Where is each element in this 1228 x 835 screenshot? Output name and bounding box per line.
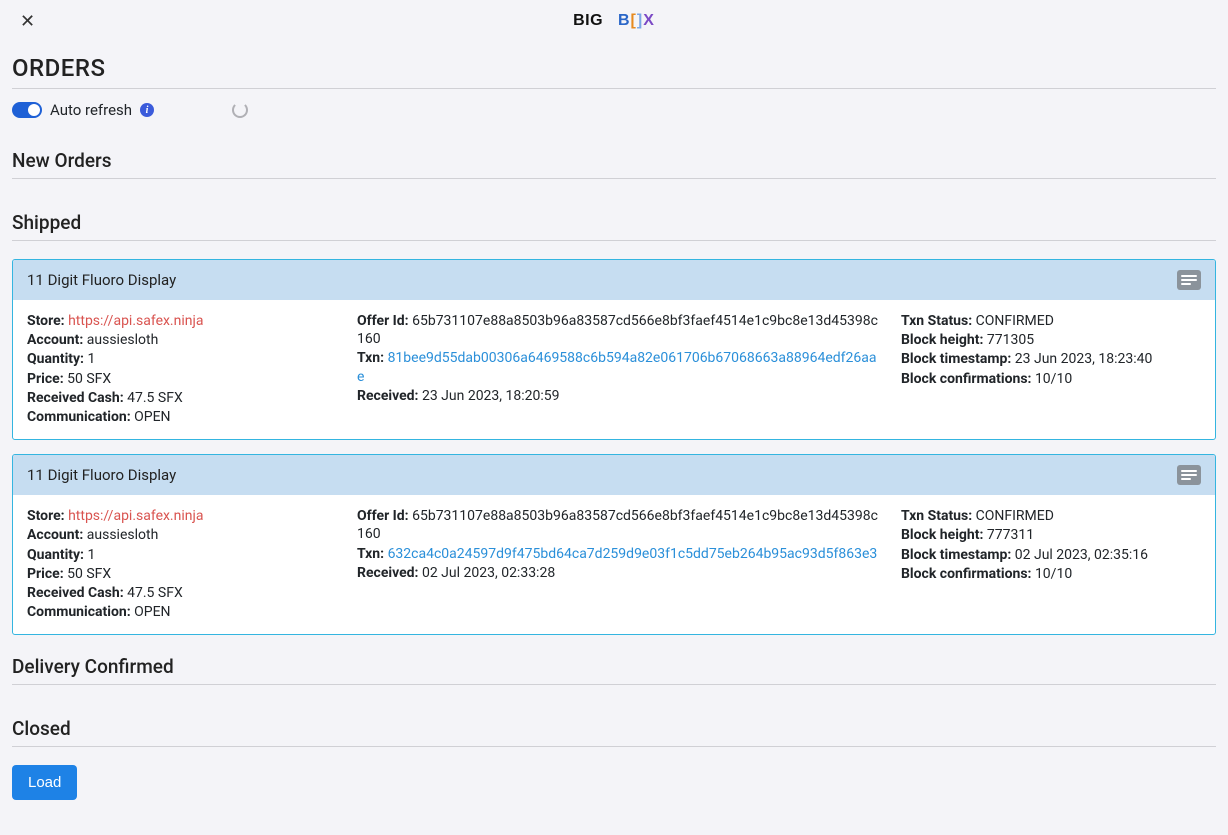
block-confirmations-value: 10/10 [1035,371,1072,387]
order-col-left: Store: https://api.safex.ninja Account: … [27,507,337,622]
order-card: 11 Digit Fluoro Display Store: https://a… [12,259,1216,440]
section-title-delivery-confirmed: Delivery Confirmed [12,655,1216,685]
label-store: Store: [27,313,65,329]
label-quantity: Quantity: [27,351,84,367]
received-value: 23 Jun 2023, 18:20:59 [422,388,560,404]
label-received: Received: [357,388,418,404]
section-closed: Closed [12,717,1216,747]
store-link[interactable]: https://api.safex.ninja [68,313,203,329]
load-button[interactable]: Load [12,765,77,800]
communication-value: OPEN [134,409,170,425]
section-new-orders: New Orders [12,149,1216,179]
txn-status-value: CONFIRMED [976,313,1054,329]
info-icon[interactable]: i [140,103,154,117]
section-shipped: Shipped 11 Digit Fluoro Display Store: h… [12,211,1216,635]
section-title-closed: Closed [12,717,1216,747]
txn-status-value: CONFIRMED [976,508,1054,524]
quantity-value: 1 [88,351,96,367]
label-block-confirmations: Block confirmations: [901,371,1031,387]
offer-id-value: 65b731107e88a8503b96a83587cd566e8bf3faef… [357,508,878,542]
block-timestamp-value: 23 Jun 2023, 18:23:40 [1015,351,1153,367]
label-block-timestamp: Block timestamp: [901,547,1011,563]
label-account: Account: [27,332,83,348]
quantity-value: 1 [88,547,96,563]
label-txn-status: Txn Status: [901,313,972,329]
label-communication: Communication: [27,409,131,425]
label-quantity: Quantity: [27,547,84,563]
label-received: Received: [357,565,418,581]
auto-refresh-label: Auto refresh [50,101,132,119]
order-card: 11 Digit Fluoro Display Store: https://a… [12,454,1216,635]
logo-text-big: BIG [573,12,603,29]
label-txn: Txn: [357,350,384,366]
order-menu-icon[interactable] [1177,465,1201,485]
app-header: ✕ BIG B[]X [0,0,1228,42]
account-value: aussiesloth [87,527,159,543]
order-card-body: Store: https://api.safex.ninja Account: … [13,495,1215,634]
page-title: ORDERS [12,54,1216,89]
close-button[interactable]: ✕ [20,12,35,30]
communication-value: OPEN [134,604,170,620]
block-height-value: 777311 [987,527,1034,543]
label-block-timestamp: Block timestamp: [901,351,1011,367]
section-delivery-confirmed: Delivery Confirmed [12,655,1216,685]
label-price: Price: [27,371,64,387]
received-cash-value: 47.5 SFX [127,585,183,601]
order-card-header: 11 Digit Fluoro Display [13,455,1215,495]
block-height-value: 771305 [987,332,1034,348]
main-container: ORDERS Auto refresh i New Orders Shipped… [0,42,1228,820]
label-communication: Communication: [27,604,131,620]
received-cash-value: 47.5 SFX [127,390,183,406]
label-account: Account: [27,527,83,543]
logo-text-b: B [618,12,631,29]
label-block-height: Block height: [901,527,983,543]
logo: BIG B[]X [573,12,655,30]
order-col-left: Store: https://api.safex.ninja Account: … [27,312,337,427]
block-timestamp-value: 02 Jul 2023, 02:35:16 [1015,547,1148,563]
received-value: 02 Jul 2023, 02:33:28 [422,565,555,581]
section-title-new-orders: New Orders [12,149,1216,179]
order-col-right: Txn Status: CONFIRMED Block height: 7713… [901,312,1201,427]
price-value: 50 SFX [67,566,111,582]
label-price: Price: [27,566,64,582]
order-menu-icon[interactable] [1177,270,1201,290]
order-card-header: 11 Digit Fluoro Display [13,260,1215,300]
order-col-middle: Offer Id: 65b731107e88a8503b96a83587cd56… [357,312,881,427]
label-txn-status: Txn Status: [901,508,972,524]
label-received-cash: Received Cash: [27,585,124,601]
order-title: 11 Digit Fluoro Display [27,271,176,289]
order-col-middle: Offer Id: 65b731107e88a8503b96a83587cd56… [357,507,881,622]
block-confirmations-value: 10/10 [1035,566,1072,582]
auto-refresh-toggle[interactable] [12,102,42,118]
refresh-icon[interactable] [232,102,248,118]
label-block-confirmations: Block confirmations: [901,566,1031,582]
order-col-right: Txn Status: CONFIRMED Block height: 7773… [901,507,1201,622]
label-offer-id: Offer Id: [357,508,409,524]
txn-link[interactable]: 81bee9d55dab00306a6469588c6b594a82e06170… [357,350,876,384]
order-title: 11 Digit Fluoro Display [27,466,176,484]
txn-link[interactable]: 632ca4c0a24597d9f475bd64ca7d259d9e03f1c5… [388,546,878,562]
offer-id-value: 65b731107e88a8503b96a83587cd566e8bf3faef… [357,313,878,347]
price-value: 50 SFX [67,371,111,387]
label-store: Store: [27,508,65,524]
store-link[interactable]: https://api.safex.ninja [68,508,203,524]
label-block-height: Block height: [901,332,983,348]
label-offer-id: Offer Id: [357,313,409,329]
section-title-shipped: Shipped [12,211,1216,241]
account-value: aussiesloth [87,332,159,348]
auto-refresh-row: Auto refresh i [12,101,1216,119]
order-card-body: Store: https://api.safex.ninja Account: … [13,300,1215,439]
label-txn: Txn: [357,546,384,562]
label-received-cash: Received Cash: [27,390,124,406]
logo-text-x: X [643,12,655,29]
